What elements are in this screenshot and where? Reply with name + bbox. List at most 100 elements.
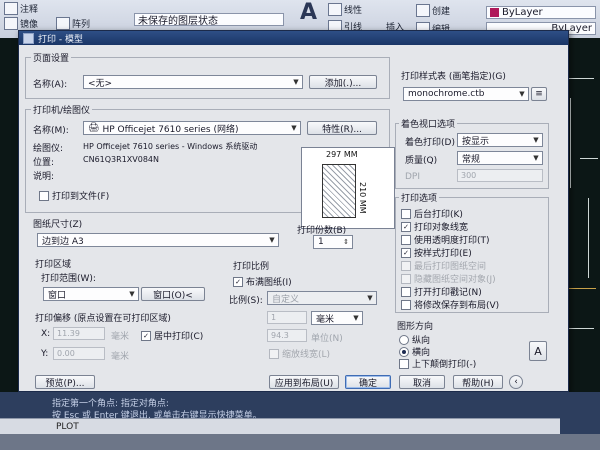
ribbon-annotate[interactable]: 注释	[4, 2, 38, 15]
plot-option-checkbox[interactable]: 隐藏图纸空间对象(J)	[401, 272, 496, 285]
ribbon-array[interactable]: 阵列	[56, 17, 90, 30]
chevron-down-icon: ▼	[129, 290, 135, 298]
plot-to-file-checkbox[interactable]: 打印到文件(F)	[39, 189, 109, 202]
plot-option-label: 隐藏图纸空间对象(J)	[414, 275, 496, 285]
ribbon-create[interactable]: 创建	[416, 4, 450, 17]
annotate-icon	[4, 2, 18, 15]
paper-size-combo[interactable]: 边到边 A3 ▼	[37, 233, 279, 247]
plot-style-label: 打印样式表 (画笔指定)(G)	[401, 72, 506, 82]
plot-option-checkbox[interactable]: 打开打印戳记(N)	[401, 285, 482, 298]
printer-name-combo[interactable]: 🖨 HP Officejet 7610 series (网络) ▼	[83, 121, 301, 135]
preview-button[interactable]: 预览(P)...	[35, 375, 95, 389]
ok-button[interactable]: 确定	[345, 375, 391, 389]
preview-height-label: 210 MM	[358, 182, 367, 214]
command-input[interactable]: PLOT	[0, 418, 560, 434]
chevron-down-icon: ▼	[293, 78, 299, 86]
offset-y-unit: 毫米	[111, 352, 130, 362]
scale-unit-combo[interactable]: 毫米 ▼	[311, 311, 363, 325]
checkbox-box[interactable]	[401, 208, 411, 219]
offset-y-field[interactable]: 0.00	[53, 347, 105, 360]
color-bylayer-combo[interactable]: ByLayer	[486, 6, 596, 19]
plot-option-label: 打开打印戳记(N)	[414, 288, 482, 298]
plot-range-label: 打印范围(W):	[41, 274, 96, 284]
quality-label: 质量(Q)	[405, 156, 438, 166]
create-block-icon	[416, 4, 430, 17]
radio-dot[interactable]	[399, 346, 409, 357]
checkbox-box[interactable]	[401, 260, 411, 271]
plot-option-label: 使用透明度打印(T)	[414, 236, 490, 246]
offset-x-field[interactable]: 11.39	[53, 327, 105, 340]
orientation-label: 图形方向	[397, 322, 434, 332]
spinner-arrows-icon[interactable]: ⇕	[341, 237, 351, 247]
location-label: 位置:	[33, 158, 55, 168]
scale-lineweights-checkbox[interactable]: 缩放线宽(L)	[269, 347, 330, 360]
checkbox-box[interactable]: ✓	[141, 330, 151, 341]
plot-option-checkbox[interactable]: ✓ 按样式打印(E)	[401, 246, 472, 259]
offset-y-label: Y:	[41, 349, 49, 359]
offset-x-unit: 毫米	[111, 332, 130, 342]
more-options-button[interactable]: ‹	[509, 375, 523, 389]
page-setup-label: 页面设置	[31, 51, 72, 64]
fit-to-paper-checkbox[interactable]: ✓ 布满图纸(I)	[233, 275, 292, 288]
plot-option-checkbox[interactable]: ✓ 打印对象线宽	[401, 220, 468, 233]
scale-numerator-field[interactable]: 1	[267, 311, 307, 324]
offset-x-label: X:	[41, 329, 51, 339]
quality-combo[interactable]: 常规 ▼	[457, 151, 543, 165]
radio-dot[interactable]	[399, 334, 409, 345]
paper-preview: 297 MM 210 MM	[301, 147, 395, 229]
help-button[interactable]: 帮助(H)	[453, 375, 503, 389]
checkbox-box[interactable]	[401, 286, 411, 297]
ribbon-mirror[interactable]: 镜像	[4, 17, 38, 30]
printer-name-label: 名称(M):	[33, 126, 69, 136]
checkbox-box[interactable]: ✓	[401, 221, 411, 232]
plot-option-checkbox[interactable]: 最后打印图纸空间	[401, 259, 486, 272]
layer-state-combo[interactable]: 未保存的图层状态	[134, 13, 284, 27]
checkbox-box[interactable]	[39, 190, 49, 201]
checkbox-box[interactable]	[399, 358, 409, 369]
apply-to-layout-button[interactable]: 应用到布局(U)	[269, 375, 339, 389]
cad-line	[580, 158, 598, 159]
cad-line	[566, 328, 594, 329]
page-setup-name-combo[interactable]: <无> ▼	[83, 75, 303, 89]
print-icon	[23, 32, 34, 44]
plot-option-checkbox[interactable]: 将修改保存到布局(V)	[401, 298, 499, 311]
checkbox-box[interactable]	[401, 273, 411, 284]
scale-combo[interactable]: 自定义 ▼	[267, 291, 377, 305]
printer-label: 打印机/绘图仪	[31, 103, 93, 116]
plot-style-combo[interactable]: monochrome.ctb ▼	[403, 87, 529, 101]
cancel-button[interactable]: 取消	[399, 375, 445, 389]
plot-style-edit-button[interactable]: ≡	[531, 87, 547, 101]
dpi-field[interactable]: 300	[457, 169, 543, 182]
ribbon-linear[interactable]: 线性	[328, 3, 362, 16]
orientation-preview-icon: A	[529, 341, 547, 361]
paper-size-label: 图纸尺寸(Z)	[33, 220, 83, 230]
shade-plot-combo[interactable]: 按显示 ▼	[457, 133, 543, 147]
scale-denominator-field[interactable]: 94.3	[267, 329, 307, 342]
upside-down-checkbox[interactable]: 上下颠倒打印(-)	[399, 357, 476, 370]
chevron-down-icon: ▼	[291, 124, 297, 132]
status-bar	[0, 434, 600, 450]
plot-option-checkbox[interactable]: 后台打印(K)	[401, 207, 463, 220]
checkbox-box[interactable]	[269, 348, 279, 359]
checkbox-box[interactable]	[401, 234, 411, 245]
copies-spinner[interactable]: 1 ⇕	[313, 235, 353, 249]
scale-label: 比例(S):	[229, 296, 263, 306]
checkbox-box[interactable]: ✓	[401, 247, 411, 258]
plot-option-label: 打印对象线宽	[414, 223, 469, 233]
printer-properties-button[interactable]: 特性(R)...	[307, 121, 377, 135]
center-plot-checkbox[interactable]: ✓ 居中打印(C)	[141, 329, 203, 342]
plot-option-checkbox[interactable]: 使用透明度打印(T)	[401, 233, 490, 246]
page-setup-name-label: 名称(A):	[33, 80, 68, 90]
plot-range-combo[interactable]: 窗口 ▼	[43, 287, 139, 301]
description-label: 说明:	[33, 172, 55, 182]
dialog-titlebar[interactable]: 打印 - 模型	[19, 31, 568, 45]
cad-line	[588, 198, 589, 278]
text-tool-icon[interactable]: A	[300, 0, 317, 25]
chevron-down-icon: ▼	[269, 236, 275, 244]
printer-icon: 🖨	[88, 123, 100, 133]
location-value: CN61Q3R1XV084N	[83, 155, 159, 164]
window-select-button[interactable]: 窗口(O)<	[141, 287, 205, 301]
checkbox-box[interactable]: ✓	[233, 276, 243, 287]
checkbox-box[interactable]	[401, 299, 411, 310]
add-page-setup-button[interactable]: 添加(.)...	[309, 75, 377, 89]
